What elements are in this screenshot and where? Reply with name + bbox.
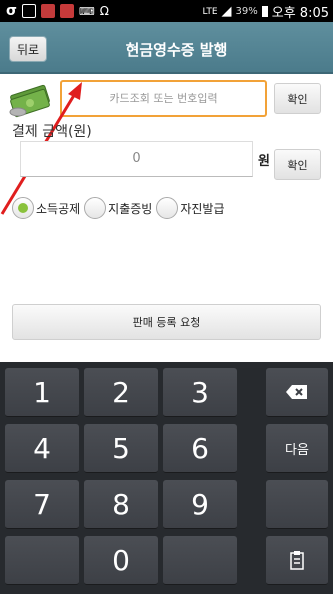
backspace-icon [286,385,307,399]
back-button[interactable]: 뒤로 [9,36,47,62]
receipt-type-radio-group: 소득공제 지출증빙 자진발급 [12,197,229,219]
card-number-input[interactable]: 카드조회 또는 번호입력 [60,80,267,117]
key-3[interactable]: 3 [163,368,237,417]
signal-strength-icon: ◢ [221,4,232,19]
radio-expense-proof[interactable]: 지출증빙 [84,197,152,219]
status-icons-right: LTE ◢ 39% 오후 8:05 [203,2,329,21]
key-1[interactable]: 1 [5,368,79,417]
key-8[interactable]: 8 [84,480,158,529]
key-7[interactable]: 7 [5,480,79,529]
keyboard-icon: ⌨ [78,4,95,18]
network-type: LTE [202,6,218,17]
key-4[interactable]: 4 [5,424,79,473]
key-blank-right[interactable] [266,480,328,529]
radio-income-deduction[interactable]: 소득공제 [12,197,80,219]
amount-input[interactable]: 0 [20,141,253,177]
radio-button[interactable] [156,197,179,219]
page-title: 현금영수증 발행 [125,41,228,59]
status-icons-left: σ ⌨ Ω [6,3,109,19]
numeric-keyboard: 1 2 3 4 5 6 다음 7 8 9 0 [0,362,333,594]
clock: 오후 8:05 [271,6,329,21]
key-blank-center[interactable] [163,536,237,585]
signal-carrier-icon: σ [6,3,17,19]
radio-button[interactable] [12,197,34,219]
card-confirm-button[interactable]: 확인 [274,83,321,114]
key-backspace[interactable] [266,368,328,417]
key-clipboard[interactable] [266,536,328,585]
app-notification-icon [40,4,55,18]
radio-label: 지출증빙 [108,201,153,216]
battery-percent: 39% [235,6,258,17]
amount-confirm-button[interactable]: 확인 [274,149,321,180]
currency-unit: 원 [258,154,270,169]
key-next[interactable]: 다음 [266,424,328,473]
header-bar: 뒤로 현금영수증 발행 [0,22,333,74]
radio-label: 자진발급 [180,201,225,216]
gallery-icon [21,4,36,18]
radio-self-issue[interactable]: 자진발급 [156,197,225,219]
key-5[interactable]: 5 [84,424,158,473]
app-notification-icon-2 [59,4,74,18]
radio-label: 소득공제 [36,201,81,216]
key-9[interactable]: 9 [163,480,237,529]
status-bar: σ ⌨ Ω LTE ◢ 39% 오후 8:05 [0,0,333,22]
headset-icon: Ω [99,4,109,18]
key-blank-left[interactable] [5,536,79,585]
radio-button[interactable] [84,197,107,219]
clipboard-icon [290,551,304,570]
amount-label: 결제 금액(원) [12,124,92,140]
battery-icon [261,6,268,17]
key-0[interactable]: 0 [84,536,158,585]
register-sale-button[interactable]: 판매 등록 요청 [12,304,321,340]
key-6[interactable]: 6 [163,424,237,473]
radio-selected-dot [18,203,28,213]
key-2[interactable]: 2 [84,368,158,417]
